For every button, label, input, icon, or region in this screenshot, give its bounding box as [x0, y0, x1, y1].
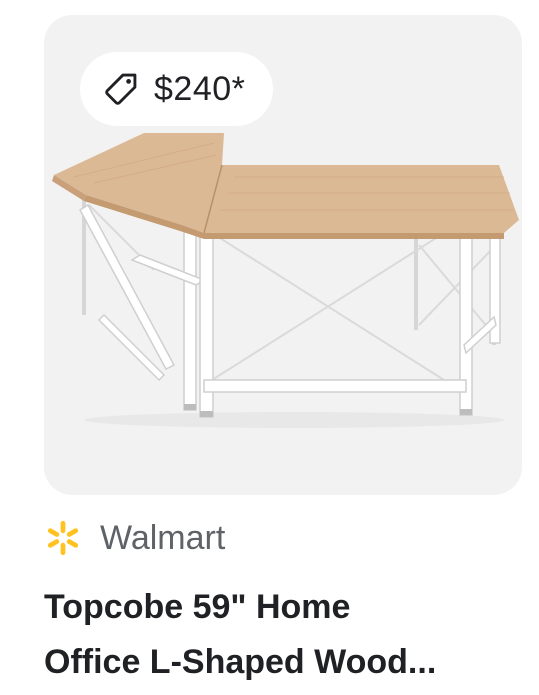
price-chip: $240*: [80, 52, 274, 126]
merchant-row[interactable]: Walmart: [44, 516, 225, 560]
product-title-line-2: Office L-Shaped Wood...: [44, 643, 437, 681]
product-image-card[interactable]: $240*: [44, 15, 522, 495]
price-label: $240*: [154, 69, 246, 108]
merchant-name: Walmart: [100, 518, 226, 557]
product-title-line-1: Topcobe 59" Home: [44, 588, 351, 626]
tag-icon: [105, 73, 137, 105]
walmart-spark-icon: [47, 520, 79, 556]
product-title[interactable]: Topcobe 59" Home Office L-Shaped Wood...: [44, 580, 524, 690]
